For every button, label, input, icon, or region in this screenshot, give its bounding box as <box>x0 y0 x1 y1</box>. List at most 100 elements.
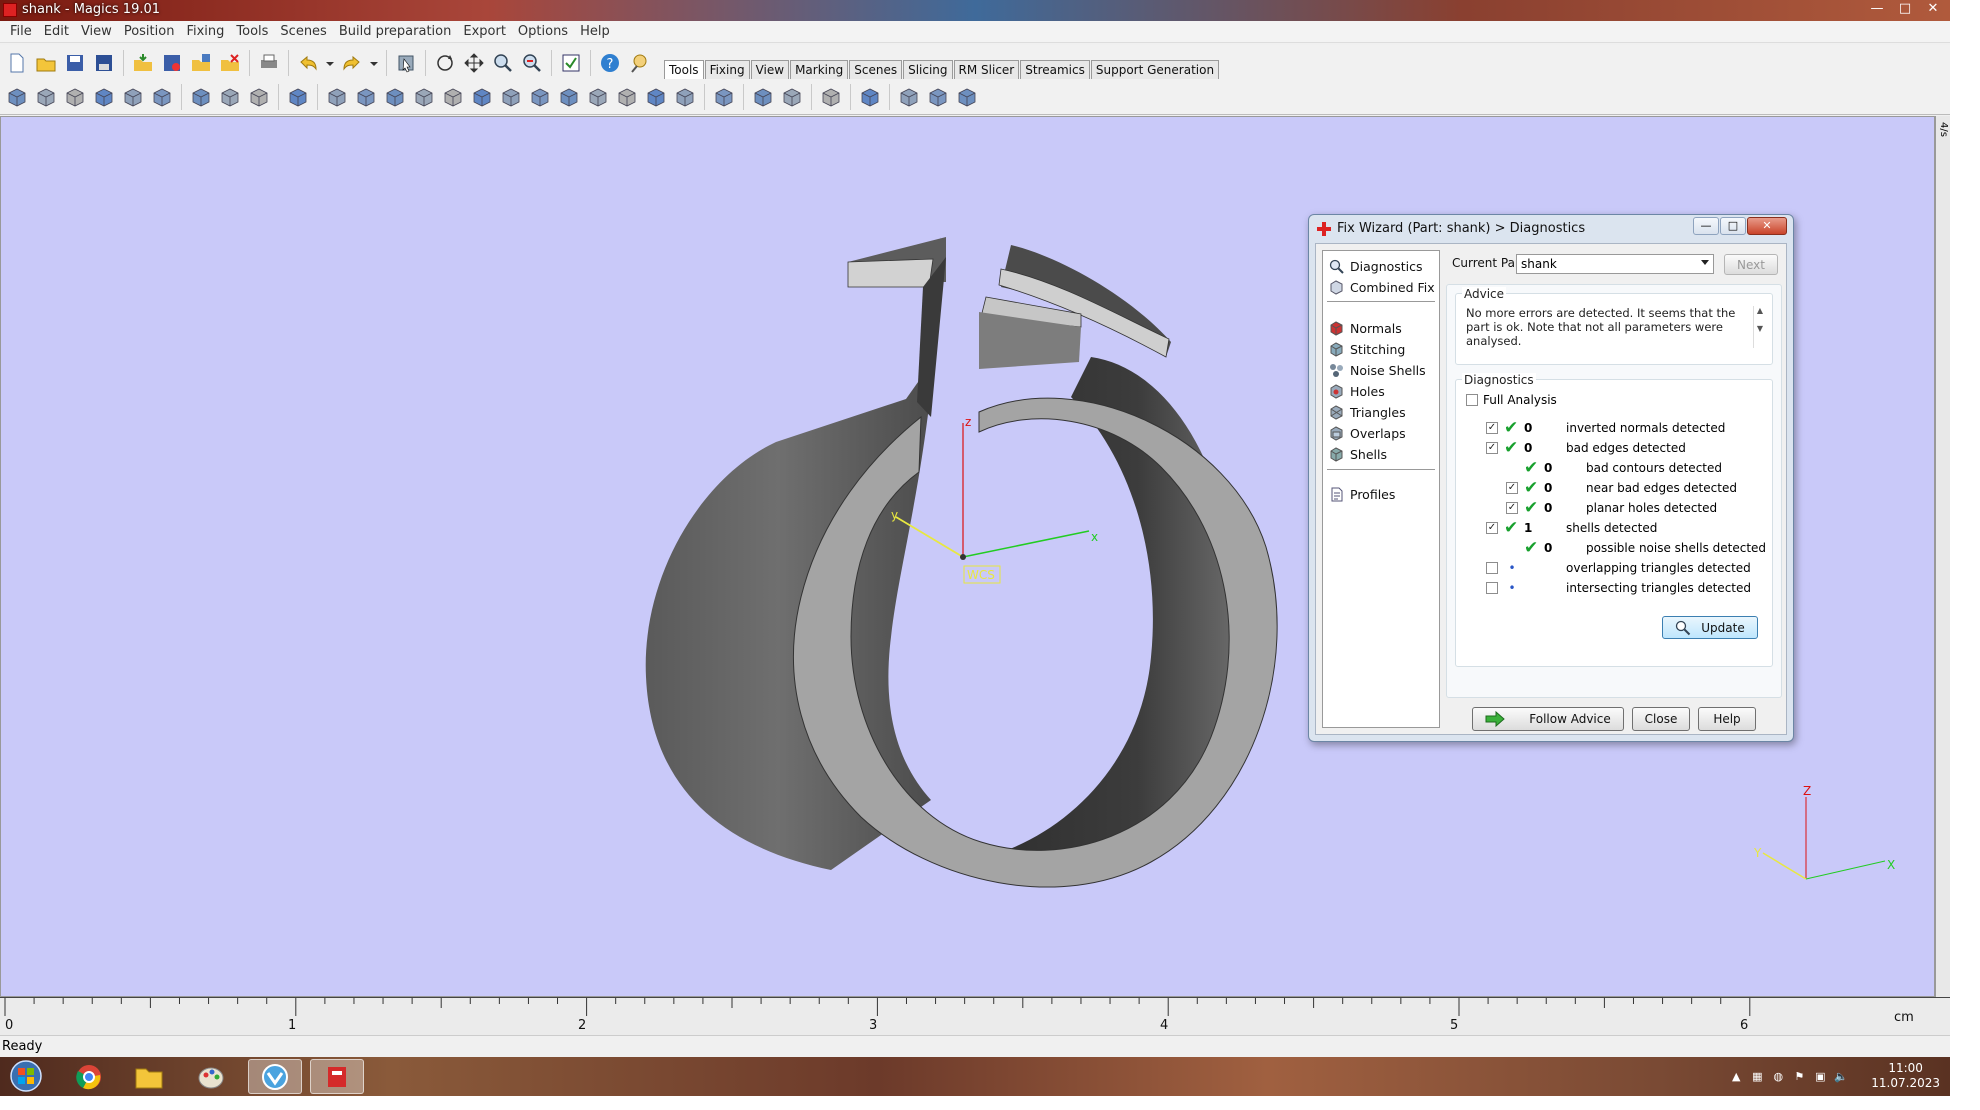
nav-profiles[interactable]: Profiles <box>1329 487 1395 502</box>
tab-fixing[interactable]: Fixing <box>704 60 750 79</box>
diag-checkbox[interactable]: ✓ <box>1506 482 1518 494</box>
dialog-close-button[interactable]: ✕ <box>1747 217 1787 235</box>
tab-tools[interactable]: Tools <box>664 60 704 79</box>
next-button[interactable]: Next <box>1724 254 1778 275</box>
cylinder-icon[interactable] <box>556 84 582 110</box>
menu-edit[interactable]: Edit <box>38 21 75 42</box>
whats-this-icon[interactable] <box>626 50 652 76</box>
menu-export[interactable]: Export <box>457 21 512 42</box>
nav-stitching[interactable]: Stitching <box>1329 342 1405 357</box>
nav-shells[interactable]: Shells <box>1329 447 1387 462</box>
rotate-part-icon[interactable] <box>62 84 88 110</box>
volume-icon[interactable]: 🔈 <box>1834 1069 1848 1083</box>
save-as-icon[interactable] <box>91 50 117 76</box>
menu-build-preparation[interactable]: Build preparation <box>333 21 458 42</box>
redo-dropdown-icon[interactable] <box>368 50 380 76</box>
new-file-icon[interactable] <box>4 50 30 76</box>
menu-help[interactable]: Help <box>574 21 616 42</box>
show-hidden-icons[interactable]: ▲ <box>1729 1069 1743 1083</box>
menu-file[interactable]: File <box>4 21 38 42</box>
save-part-icon[interactable] <box>159 50 185 76</box>
tab-support-generation[interactable]: Support Generation <box>1090 60 1220 79</box>
zoom-icon[interactable] <box>490 50 516 76</box>
split-icon[interactable] <box>711 84 737 110</box>
taskbar-explorer-button[interactable] <box>122 1059 176 1094</box>
nav-combined-fix[interactable]: Combined Fix <box>1329 280 1435 295</box>
globe-icon[interactable]: ◍ <box>1771 1069 1785 1083</box>
cut-icon[interactable] <box>188 84 214 110</box>
menu-tools[interactable]: Tools <box>230 21 274 42</box>
menu-fixing[interactable]: Fixing <box>180 21 230 42</box>
current-part-select[interactable]: shank <box>1516 254 1714 274</box>
advice-scrollbar[interactable]: ▲ ▼ <box>1753 306 1766 348</box>
tab-scenes[interactable]: Scenes <box>849 60 903 79</box>
nav-triangles[interactable]: Triangles <box>1329 405 1406 420</box>
translate-icon[interactable] <box>4 84 30 110</box>
tab-slicing[interactable]: Slicing <box>903 60 953 79</box>
nest-icon[interactable] <box>857 84 883 110</box>
tab-view[interactable]: View <box>750 60 790 79</box>
tab-rm-slicer[interactable]: RM Slicer <box>953 60 1020 79</box>
shell-icon[interactable] <box>411 84 437 110</box>
package-icon[interactable] <box>954 84 980 110</box>
nav-noise-shells[interactable]: Noise Shells <box>1329 363 1426 378</box>
wrap-icon[interactable] <box>585 84 611 110</box>
save-icon[interactable] <box>62 50 88 76</box>
help-icon[interactable]: ? <box>597 50 623 76</box>
menu-view[interactable]: View <box>75 21 118 42</box>
open-folder-icon[interactable] <box>33 50 59 76</box>
build-icon[interactable] <box>896 84 922 110</box>
diag-checkbox[interactable]: ✓ <box>1486 522 1498 534</box>
zoom-fit-icon[interactable] <box>519 50 545 76</box>
boolean-icon[interactable] <box>440 84 466 110</box>
redo-icon[interactable] <box>339 50 365 76</box>
diag-checkbox[interactable] <box>1486 582 1498 594</box>
fix-wizard-icon[interactable] <box>558 50 584 76</box>
wizard-close-button[interactable]: Close <box>1632 707 1690 731</box>
full-analysis-row[interactable]: Full Analysis <box>1466 392 1557 408</box>
minimize-button[interactable]: — <box>1864 0 1890 18</box>
taskbar-paint-button[interactable] <box>184 1059 238 1094</box>
import-part-icon[interactable] <box>130 50 156 76</box>
rotate-view-icon[interactable] <box>432 50 458 76</box>
start-button[interactable] <box>6 1059 46 1094</box>
diag-checkbox[interactable] <box>1486 562 1498 574</box>
pan-view-icon[interactable] <box>461 50 487 76</box>
part-info-icon[interactable] <box>285 84 311 110</box>
box-icon[interactable] <box>498 84 524 110</box>
section-icon[interactable] <box>643 84 669 110</box>
maximize-button[interactable]: □ <box>1892 0 1918 18</box>
flag-icon[interactable]: ⚑ <box>1792 1069 1806 1083</box>
print-icon[interactable] <box>256 50 282 76</box>
full-analysis-checkbox[interactable] <box>1466 394 1478 406</box>
hollow-icon[interactable] <box>324 84 350 110</box>
nav-diagnostics[interactable]: Diagnostics <box>1329 259 1423 274</box>
scale-icon[interactable] <box>120 84 146 110</box>
tab-marking[interactable]: Marking <box>790 60 849 79</box>
nav-overlaps[interactable]: Overlaps <box>1329 426 1406 441</box>
dialog-maximize-button[interactable]: □ <box>1720 217 1746 235</box>
frame-icon[interactable] <box>672 84 698 110</box>
paste-icon[interactable] <box>246 84 272 110</box>
menu-position[interactable]: Position <box>118 21 181 42</box>
nav-holes[interactable]: Holes <box>1329 384 1385 399</box>
diag-checkbox[interactable]: ✓ <box>1486 442 1498 454</box>
dialog-minimize-button[interactable]: — <box>1693 217 1719 235</box>
follow-advice-button[interactable]: Follow Advice <box>1472 707 1624 731</box>
tab-streamics[interactable]: Streamics <box>1020 60 1090 79</box>
menu-scenes[interactable]: Scenes <box>274 21 332 42</box>
unload-part-icon[interactable] <box>217 50 243 76</box>
copy-icon[interactable] <box>217 84 243 110</box>
select-part-icon[interactable] <box>393 50 419 76</box>
layers-icon[interactable] <box>925 84 951 110</box>
diag-checkbox[interactable]: ✓ <box>1506 502 1518 514</box>
diag-checkbox[interactable]: ✓ <box>1486 422 1498 434</box>
cube-icon[interactable] <box>527 84 553 110</box>
perforate-icon[interactable] <box>469 84 495 110</box>
export-part-icon[interactable] <box>188 50 214 76</box>
offset-icon[interactable] <box>353 84 379 110</box>
crate-icon[interactable] <box>818 84 844 110</box>
duplicate-icon[interactable] <box>149 84 175 110</box>
extrude-icon[interactable] <box>382 84 408 110</box>
mirror-icon[interactable] <box>91 84 117 110</box>
